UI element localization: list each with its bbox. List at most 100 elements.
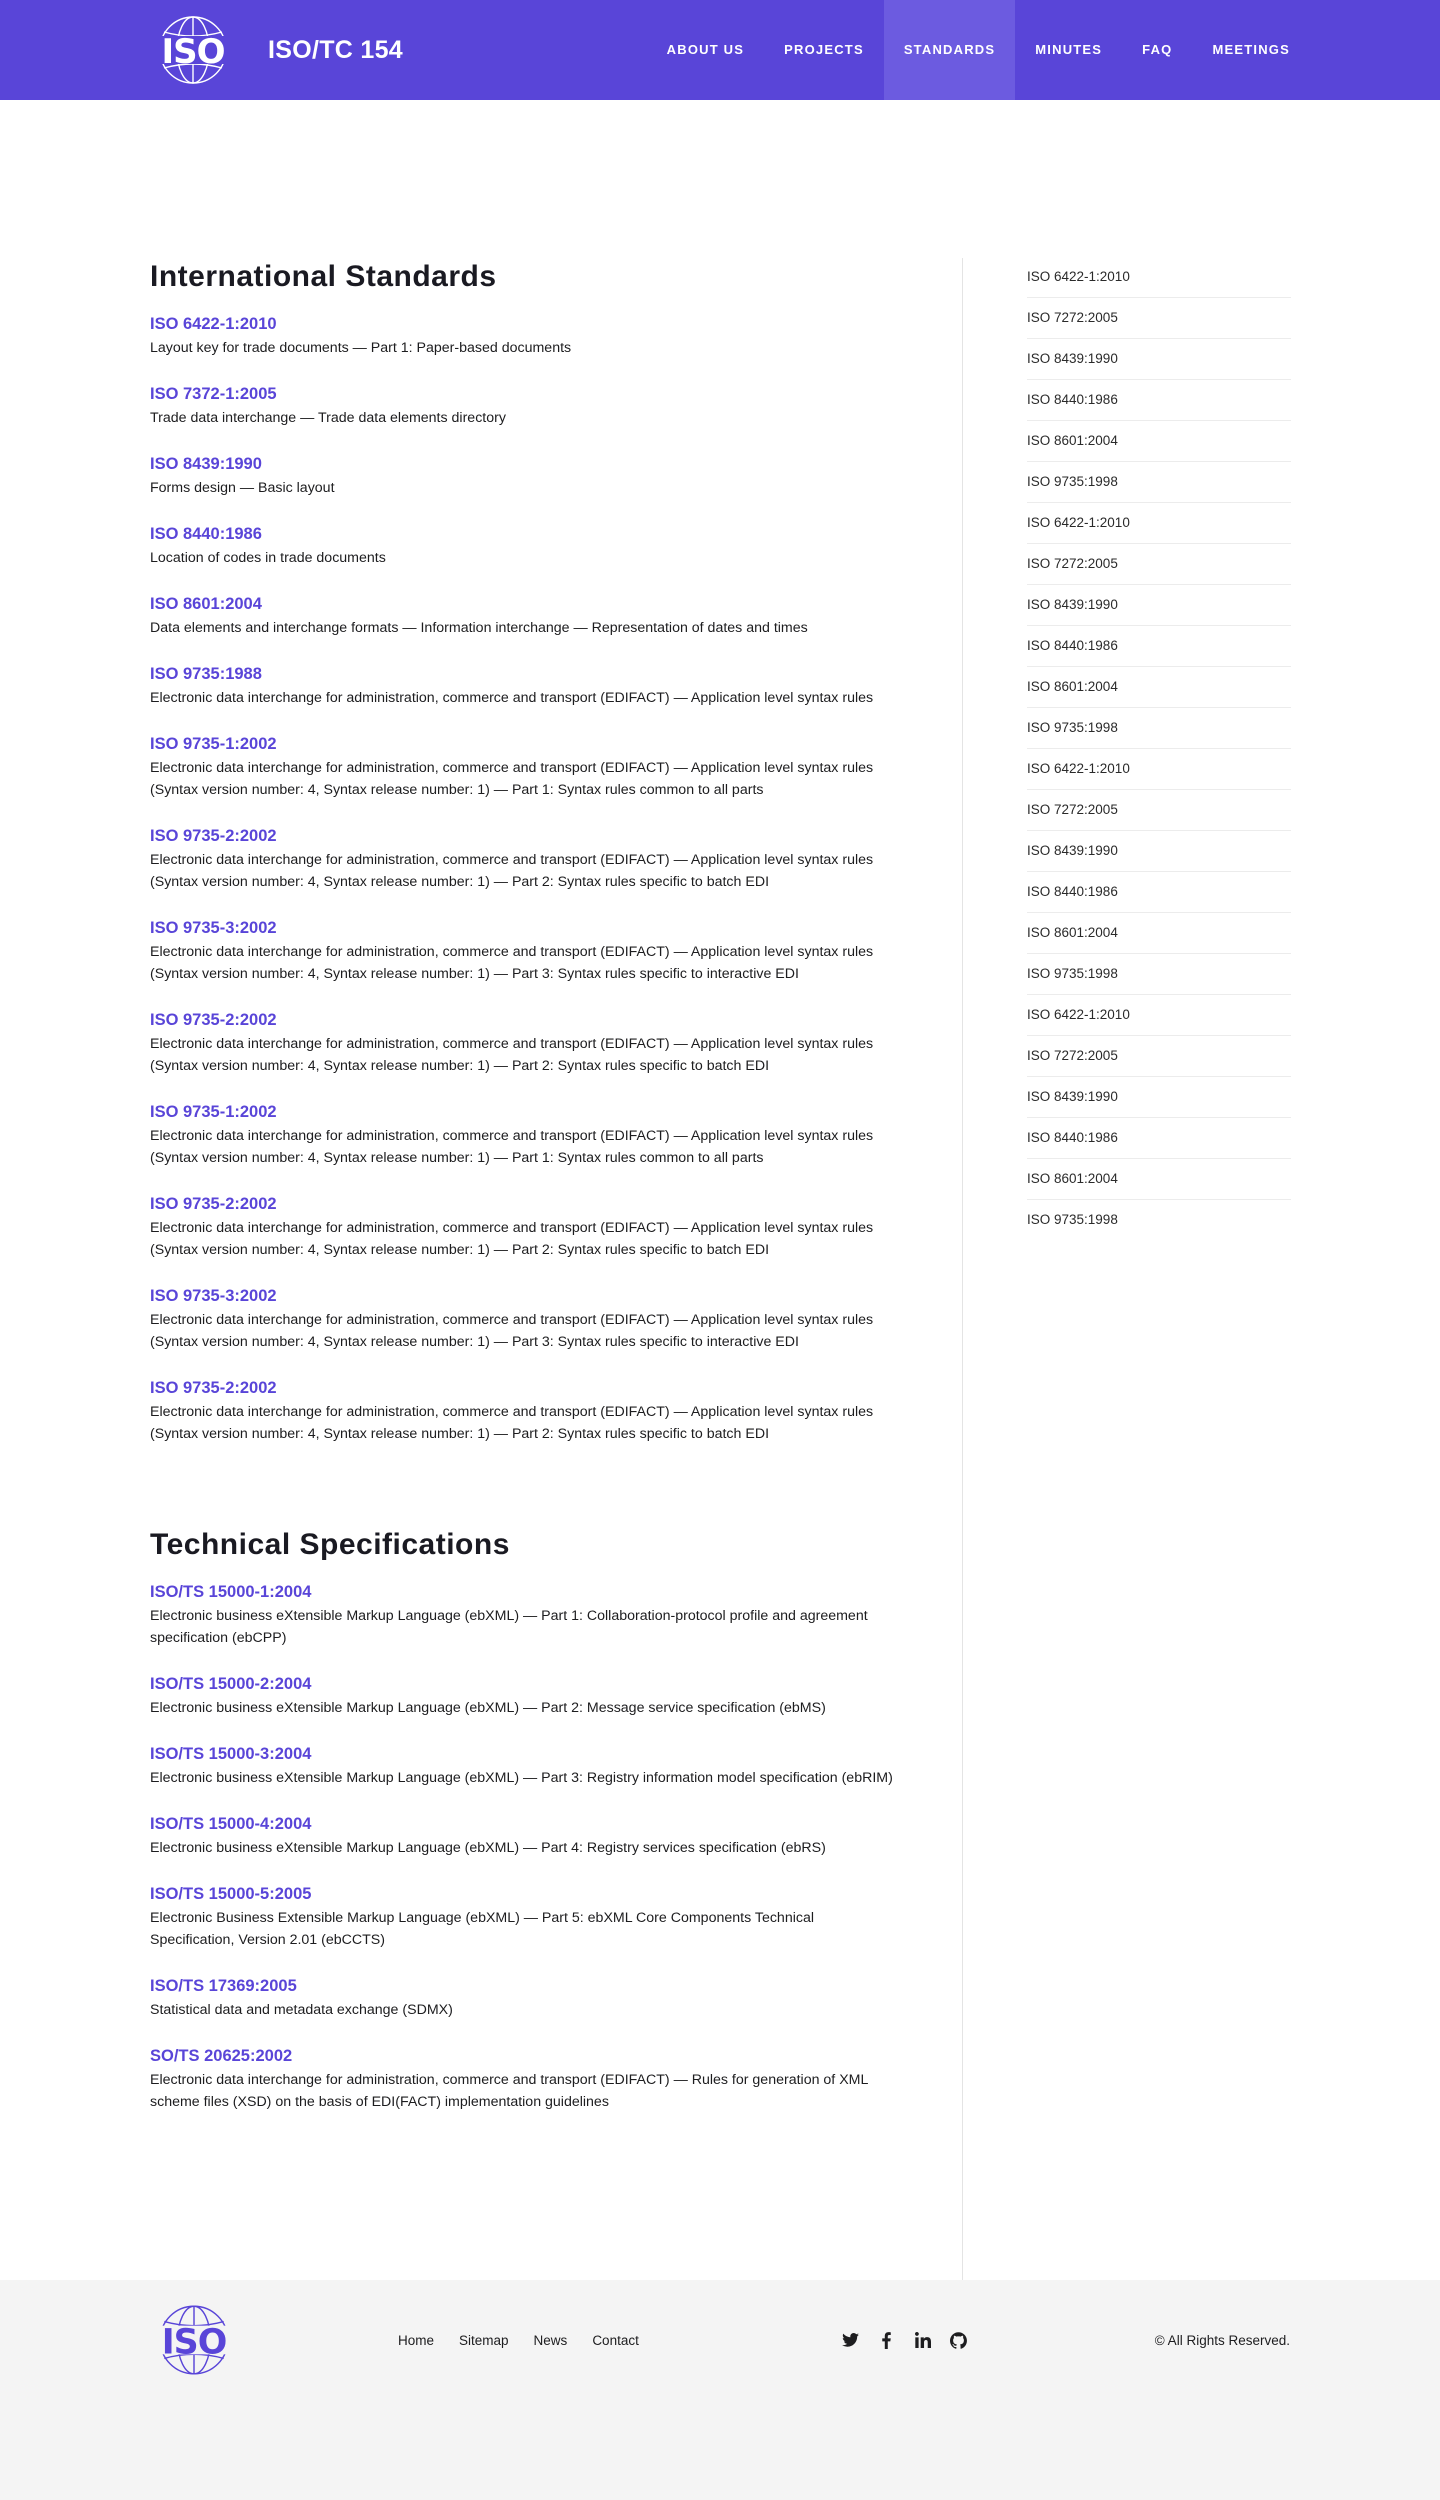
sidebar-link[interactable]: ISO 7272:2005 xyxy=(1027,1036,1291,1077)
sidebar-link[interactable]: ISO 9735:1998 xyxy=(1027,462,1291,503)
standard-entry: ISO 6422-1:2010 Layout key for trade docu… xyxy=(150,313,900,359)
footer-logo-text: ISO xyxy=(162,2322,227,2362)
standard-code-link[interactable]: ISO/TS 15000-4:2004 xyxy=(150,1813,900,1835)
logo-text: ISO xyxy=(161,32,224,72)
standard-description: Electronic data interchange for administ… xyxy=(150,1404,874,1442)
copyright-text: © All Rights Reserved. xyxy=(1154,2332,1290,2348)
standard-entry: ISO 8440:1986 Location of codes in trade … xyxy=(150,523,900,569)
technical-specifications-list: ISO/TS 15000-1:2004 Electronic business e… xyxy=(150,1581,900,2113)
linkedin-icon[interactable] xyxy=(914,2331,932,2349)
standard-entry: ISO 9735-1:2002 Electronic data interchan… xyxy=(150,733,900,801)
sidebar-link[interactable]: ISO 8440:1986 xyxy=(1027,626,1291,667)
standard-code-link[interactable]: ISO 9735-1:2002 xyxy=(150,1101,900,1123)
sidebar-link[interactable]: ISO 7272:2005 xyxy=(1027,790,1291,831)
standard-entry: ISO 9735:1988 Electronic data interchange… xyxy=(150,663,900,709)
standard-code-link[interactable]: ISO 6422-1:2010 xyxy=(150,313,900,335)
nav-projects[interactable]: Projects xyxy=(764,0,884,100)
sidebar-link[interactable]: ISO 7272:2005 xyxy=(1027,298,1291,339)
standard-description: Electronic data interchange for administ… xyxy=(150,2072,868,2110)
standard-code-link[interactable]: SO/TS 20625:2002 xyxy=(150,2045,900,2067)
standard-code-link[interactable]: ISO/TS 15000-5:2005 xyxy=(150,1883,900,1905)
standard-entry: ISO 9735-1:2002 Electronic data interchan… xyxy=(150,1101,900,1169)
nav-minutes[interactable]: Minutes xyxy=(1015,0,1122,100)
standard-code-link[interactable]: ISO 9735-2:2002 xyxy=(150,1193,900,1215)
technical-specifications-title: Technical Specifications xyxy=(150,1528,510,1561)
column-divider xyxy=(962,258,963,2315)
standard-entry: ISO 9735-3:2002 Electronic data interchan… xyxy=(150,1285,900,1353)
standard-code-link[interactable]: ISO/TS 17369:2005 xyxy=(150,1975,900,1997)
content-area: International Standards ISO 6422-1:2010 L… xyxy=(0,100,1440,2315)
sidebar-link[interactable]: ISO 8601:2004 xyxy=(1027,667,1291,708)
standard-code-link[interactable]: ISO 9735-2:2002 xyxy=(150,1009,900,1031)
standard-code-link[interactable]: ISO/TS 15000-2:2004 xyxy=(150,1673,900,1695)
standard-description: Electronic data interchange for administ… xyxy=(150,944,874,982)
footer-link-news[interactable]: News xyxy=(534,2333,568,2348)
standard-code-link[interactable]: ISO 8439:1990 xyxy=(150,453,900,475)
nav-faq[interactable]: FAQ xyxy=(1122,0,1192,100)
standard-code-link[interactable]: ISO 9735:1988 xyxy=(150,663,900,685)
sidebar-link[interactable]: ISO 8440:1986 xyxy=(1027,872,1291,913)
nav-meetings[interactable]: Meetings xyxy=(1193,0,1311,100)
sidebar-link[interactable]: ISO 8439:1990 xyxy=(1027,339,1291,380)
standard-description: Electronic business eXtensible Markup La… xyxy=(150,1840,826,1856)
site-title[interactable]: ISO/TC 154 xyxy=(268,36,403,65)
standard-description: Electronic data interchange for administ… xyxy=(150,690,874,706)
standard-code-link[interactable]: ISO 8601:2004 xyxy=(150,593,900,615)
sidebar-link[interactable]: ISO 8440:1986 xyxy=(1027,380,1291,421)
standard-description: Electronic data interchange for administ… xyxy=(150,1312,874,1350)
sidebar-link[interactable]: ISO 8439:1990 xyxy=(1027,585,1291,626)
standard-entry: ISO 9735-2:2002 Electronic data interchan… xyxy=(150,1009,900,1077)
standard-description: Electronic data interchange for administ… xyxy=(150,1036,874,1074)
standard-description: Electronic data interchange for administ… xyxy=(150,1128,874,1166)
nav-about-us[interactable]: About us xyxy=(647,0,765,100)
standard-description: Location of codes in trade documents xyxy=(150,550,386,566)
sidebar-link[interactable]: ISO 9735:1998 xyxy=(1027,708,1291,749)
sidebar-link[interactable]: ISO 8601:2004 xyxy=(1027,421,1291,462)
nav-standards[interactable]: Standards xyxy=(883,0,1016,100)
standard-entry: ISO 9735-2:2002 Electronic data interchan… xyxy=(150,1377,900,1445)
standard-description: Forms design — Basic layout xyxy=(150,480,335,496)
standard-code-link[interactable]: ISO/TS 15000-1:2004 xyxy=(150,1581,900,1603)
standard-entry: ISO 8601:2004 Data elements and interchan… xyxy=(150,593,900,639)
standard-description: Trade data interchange — Trade data elem… xyxy=(150,410,506,426)
standard-entry: ISO 8439:1990 Forms design — Basic layout xyxy=(150,453,900,499)
standard-code-link[interactable]: ISO 9735-3:2002 xyxy=(150,1285,900,1307)
sidebar-link[interactable]: ISO 9735:1998 xyxy=(1027,954,1291,995)
social-links xyxy=(842,2331,986,2349)
footer-link-contact[interactable]: Contact xyxy=(592,2333,639,2348)
standard-code-link[interactable]: ISO 9735-3:2002 xyxy=(150,917,900,939)
international-standards-list: ISO 6422-1:2010 Layout key for trade docu… xyxy=(150,313,900,1445)
sidebar-link[interactable]: ISO 8601:2004 xyxy=(1027,913,1291,954)
sidebar-link[interactable]: ISO 7272:2005 xyxy=(1027,544,1291,585)
footer-iso-logo[interactable]: ISO xyxy=(150,2303,238,2377)
standard-entry: ISO/TS 15000-1:2004 Electronic business e… xyxy=(150,1581,900,1649)
sidebar-link[interactable]: ISO 8440:1986 xyxy=(1027,1118,1291,1159)
sidebar-link[interactable]: ISO 8439:1990 xyxy=(1027,831,1291,872)
sidebar-standards-list: ISO 6422-1:2010 ISO 7272:2005 ISO 8439:199… xyxy=(1027,257,1291,1241)
footer-link-home[interactable]: Home xyxy=(398,2333,434,2348)
iso-logo[interactable]: ISO xyxy=(150,14,236,86)
footer-link-sitemap[interactable]: Sitemap xyxy=(459,2333,509,2348)
sidebar-link[interactable]: ISO 6422-1:2010 xyxy=(1027,503,1291,544)
sidebar-link[interactable]: ISO 6422-1:2010 xyxy=(1027,749,1291,790)
standard-description: Data elements and interchange formats — … xyxy=(150,620,808,636)
main-nav: About us Projects Standards Minutes FAQ … xyxy=(647,0,1310,100)
twitter-icon[interactable] xyxy=(842,2331,860,2349)
standard-code-link[interactable]: ISO 7372-1:2005 xyxy=(150,383,900,405)
sidebar-link[interactable]: ISO 6422-1:2010 xyxy=(1027,995,1291,1036)
standard-entry: ISO/TS 15000-4:2004 Electronic business e… xyxy=(150,1813,900,1859)
sidebar-link[interactable]: ISO 8601:2004 xyxy=(1027,1159,1291,1200)
standard-entry: ISO/TS 15000-3:2004 Electronic business e… xyxy=(150,1743,900,1789)
standard-code-link[interactable]: ISO 9735-1:2002 xyxy=(150,733,900,755)
standard-code-link[interactable]: ISO 9735-2:2002 xyxy=(150,1377,900,1399)
facebook-icon[interactable] xyxy=(878,2331,896,2349)
sidebar-link[interactable]: ISO 6422-1:2010 xyxy=(1027,257,1291,298)
standard-description: Statistical data and metadata exchange (… xyxy=(150,2002,453,2018)
sidebar-link[interactable]: ISO 8439:1990 xyxy=(1027,1077,1291,1118)
standard-code-link[interactable]: ISO 9735-2:2002 xyxy=(150,825,900,847)
international-standards-title: International Standards xyxy=(150,260,497,293)
github-icon[interactable] xyxy=(950,2331,968,2349)
standard-code-link[interactable]: ISO/TS 15000-3:2004 xyxy=(150,1743,900,1765)
standard-code-link[interactable]: ISO 8440:1986 xyxy=(150,523,900,545)
sidebar-link[interactable]: ISO 9735:1998 xyxy=(1027,1200,1291,1241)
